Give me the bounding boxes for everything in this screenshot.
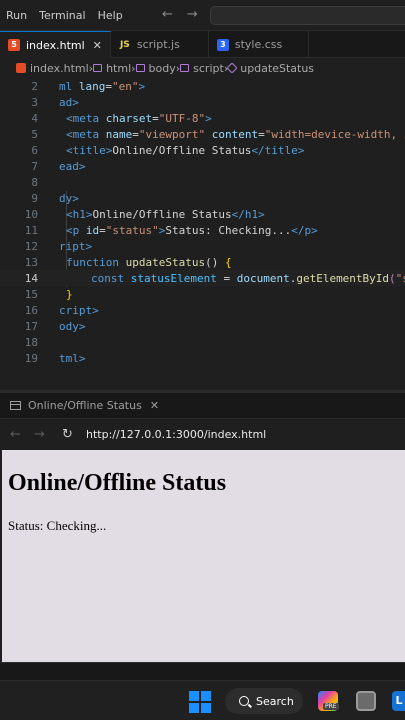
js-file-icon: JS bbox=[119, 39, 130, 50]
line-number: 17 bbox=[24, 319, 38, 333]
line-number: 5 bbox=[31, 127, 38, 141]
code-line: 15 } bbox=[0, 286, 405, 302]
command-center-search[interactable] bbox=[210, 6, 405, 25]
app-icon-l[interactable]: L bbox=[392, 691, 405, 711]
page-heading: Online/Offline Status bbox=[8, 470, 227, 496]
code-line: 6 <title>Online/Offline Status</title> bbox=[0, 142, 405, 158]
menu-help[interactable]: Help bbox=[92, 9, 129, 22]
tag-icon bbox=[180, 64, 190, 72]
app-letter: L bbox=[395, 694, 403, 707]
breadcrumb-label: html bbox=[106, 61, 132, 75]
line-number: 19 bbox=[24, 351, 38, 365]
app-window-icon[interactable] bbox=[356, 691, 376, 711]
breadcrumb-label: updateStatus bbox=[240, 61, 315, 75]
url-input[interactable]: http://127.0.0.1:3000/index.html bbox=[86, 428, 266, 441]
breadcrumb-item-function[interactable]: updateStatus bbox=[226, 61, 315, 75]
windows-start-icon[interactable] bbox=[189, 691, 211, 713]
breadcrumb-item-file[interactable]: index.html bbox=[16, 62, 89, 75]
menu-run[interactable]: Run bbox=[0, 9, 33, 22]
close-icon[interactable]: ✕ bbox=[93, 39, 102, 52]
preview-tab-bar: Online/Offline Status ✕ bbox=[0, 393, 405, 419]
close-icon[interactable]: ✕ bbox=[150, 399, 159, 412]
html-file-icon bbox=[16, 63, 26, 73]
line-number: 8 bbox=[31, 175, 38, 189]
line-number: 15 bbox=[24, 287, 38, 301]
breadcrumb: index.html › html › body › script › upda… bbox=[0, 58, 405, 78]
breadcrumb-item-body[interactable]: body bbox=[135, 61, 176, 75]
back-arrow-icon[interactable]: ← bbox=[162, 7, 173, 22]
title-bar: Run Terminal Help ← → bbox=[0, 0, 405, 31]
line-number: 4 bbox=[31, 111, 38, 125]
tab-label: style.css bbox=[234, 38, 283, 51]
line-number: 10 bbox=[24, 207, 38, 221]
tab-style-css[interactable]: 3 style.css bbox=[209, 31, 309, 58]
address-bar: ← → ↻ http://127.0.0.1:3000/index.html bbox=[0, 419, 405, 449]
code-line: 19 tml> bbox=[0, 350, 405, 366]
forward-arrow-icon[interactable]: → bbox=[187, 7, 198, 22]
code-editor[interactable]: 2 ml lang="en"> 3 ad> 4 <meta charset="U… bbox=[0, 78, 405, 390]
code-line: 12 ript> bbox=[0, 238, 405, 254]
tag-icon bbox=[135, 64, 145, 72]
method-symbol-icon bbox=[226, 62, 238, 74]
taskbar-search-button[interactable]: Search bbox=[225, 688, 303, 714]
line-number: 18 bbox=[24, 335, 38, 349]
code-line: 13 function updateStatus() { bbox=[0, 254, 405, 270]
breadcrumb-label: index.html bbox=[30, 61, 89, 75]
tag-icon bbox=[93, 64, 103, 72]
pre-badge: PRE bbox=[323, 703, 339, 710]
line-number: 13 bbox=[24, 255, 38, 269]
breadcrumb-item-script[interactable]: script bbox=[180, 62, 224, 75]
css-file-icon: 3 bbox=[216, 38, 229, 51]
tab-preview[interactable]: Online/Offline Status ✕ bbox=[0, 399, 159, 412]
breadcrumb-label: script bbox=[193, 61, 224, 75]
code-line: 16 cript> bbox=[0, 302, 405, 318]
status-bar bbox=[0, 662, 405, 680]
code-line: 4 <meta charset="UTF-8"> bbox=[0, 110, 405, 126]
browser-window-icon bbox=[10, 401, 21, 410]
line-number: 12 bbox=[24, 239, 38, 253]
tab-index-html[interactable]: 5 index.html ✕ bbox=[0, 31, 111, 58]
preview-page: Online/Offline Status Status: Checking..… bbox=[2, 450, 405, 662]
history-navigation: ← → bbox=[162, 7, 198, 22]
tab-script-js[interactable]: JS script.js bbox=[111, 31, 209, 58]
code-line: 17 ody> bbox=[0, 318, 405, 334]
code-line-current: 14 const statusElement = document.getEle… bbox=[0, 270, 405, 286]
code-line: 10 <h1>Online/Offline Status</h1> bbox=[0, 206, 405, 222]
line-number: 14 bbox=[24, 271, 38, 285]
status-paragraph: Status: Checking... bbox=[8, 518, 107, 533]
code-line: 8 bbox=[0, 174, 405, 190]
html-file-icon: 5 bbox=[8, 39, 20, 51]
code-line: 7 ead> bbox=[0, 158, 405, 174]
refresh-icon[interactable]: ↻ bbox=[62, 427, 76, 442]
code-line: 11 <p id="status">Status: Checking...</p… bbox=[0, 222, 405, 238]
tab-label: script.js bbox=[136, 38, 180, 51]
line-number: 2 bbox=[31, 79, 38, 93]
forward-arrow-icon[interactable]: → bbox=[34, 427, 48, 442]
menu-terminal[interactable]: Terminal bbox=[33, 9, 92, 22]
code-line: 18 bbox=[0, 334, 405, 350]
code-line: 3 ad> bbox=[0, 94, 405, 110]
line-number: 7 bbox=[31, 159, 38, 173]
line-number: 9 bbox=[31, 191, 38, 205]
preview-tab-label: Online/Offline Status bbox=[28, 399, 142, 412]
code-line: 9 dy> bbox=[0, 190, 405, 206]
taskbar: Search L bbox=[0, 680, 405, 720]
line-number: 3 bbox=[31, 95, 38, 109]
editor-tab-bar: 5 index.html ✕ JS script.js 3 style.css bbox=[0, 31, 405, 58]
line-number: 16 bbox=[24, 303, 38, 317]
code-line: 5 <meta name="viewport" content="width=d… bbox=[0, 126, 405, 142]
breadcrumb-item-html[interactable]: html bbox=[93, 62, 131, 75]
tab-label: index.html bbox=[26, 38, 85, 52]
search-label: Search bbox=[256, 694, 294, 708]
search-icon bbox=[239, 696, 249, 706]
line-number: 11 bbox=[24, 223, 38, 237]
line-number: 6 bbox=[31, 143, 38, 157]
breadcrumb-label: body bbox=[148, 61, 176, 75]
code-line: 2 ml lang="en"> bbox=[0, 78, 405, 94]
back-arrow-icon[interactable]: ← bbox=[10, 427, 24, 442]
